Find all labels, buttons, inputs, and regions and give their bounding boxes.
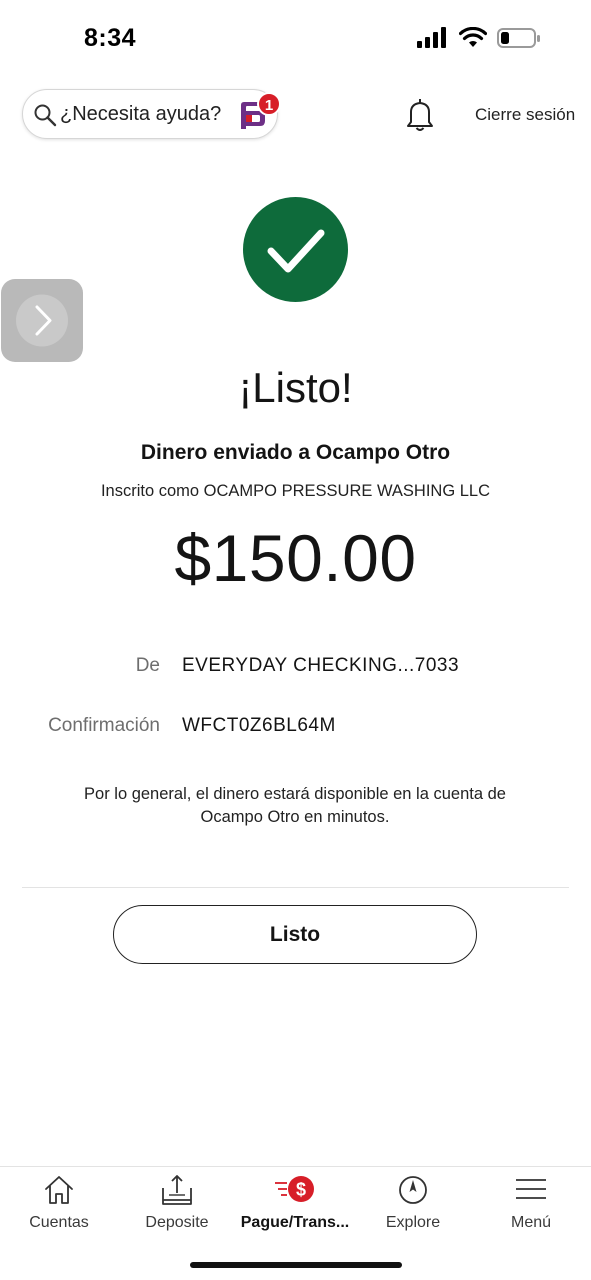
tab-cuentas[interactable]: Cuentas bbox=[0, 1167, 118, 1247]
page-title: ¡Listo! bbox=[238, 364, 353, 411]
cellular-signal-icon bbox=[417, 27, 449, 54]
amount-sent: $150.00 bbox=[174, 521, 417, 595]
tab-label-menu: Menú bbox=[510, 1214, 552, 1231]
enrolled-line: Inscrito como OCAMPO PRESSURE WASHING LL… bbox=[100, 482, 491, 500]
tab-pague-transfiera[interactable]: $ Pague/Trans... bbox=[236, 1167, 354, 1247]
side-expand-handle[interactable] bbox=[1, 279, 83, 362]
hamburger-menu-icon bbox=[472, 1173, 590, 1209]
tab-label-explore: Explore bbox=[385, 1214, 441, 1231]
status-bar: 8:34 bbox=[0, 0, 591, 80]
notification-badge: 1 bbox=[257, 92, 281, 116]
search-icon bbox=[33, 103, 57, 132]
tab-label-deposite: Deposite bbox=[145, 1214, 209, 1231]
wifi-icon bbox=[458, 26, 488, 54]
tab-explore[interactable]: Explore bbox=[354, 1167, 472, 1247]
divider bbox=[22, 887, 569, 888]
home-indicator bbox=[190, 1262, 402, 1268]
detail-label-from: De bbox=[135, 655, 160, 676]
battery-icon bbox=[497, 27, 541, 54]
signout-link[interactable]: Cierre sesión bbox=[475, 105, 575, 125]
tab-deposite[interactable]: Deposite bbox=[118, 1167, 236, 1247]
status-icons bbox=[417, 26, 541, 54]
done-button[interactable]: Listo bbox=[113, 905, 477, 964]
help-label: ¿Necesita ayuda? bbox=[60, 103, 222, 125]
availability-note: Por lo general, el dinero estará disponi… bbox=[84, 785, 506, 826]
tab-label-cuentas: Cuentas bbox=[29, 1214, 89, 1231]
svg-text:$: $ bbox=[296, 1180, 306, 1200]
tab-label-pague: Pague/Trans... bbox=[240, 1214, 350, 1231]
deposit-icon bbox=[118, 1173, 236, 1209]
bell-icon[interactable] bbox=[405, 98, 435, 137]
success-check-icon bbox=[243, 197, 348, 302]
status-time: 8:34 bbox=[84, 24, 137, 52]
help-search-pill[interactable]: ¿Necesita ayuda? 1 bbox=[22, 89, 281, 139]
detail-label-confirmation: Confirmación bbox=[48, 715, 160, 736]
tab-menu[interactable]: Menú bbox=[472, 1167, 590, 1247]
home-icon bbox=[0, 1173, 118, 1209]
recipient-line: Dinero enviado a Ocampo Otro bbox=[140, 441, 451, 464]
detail-value-confirmation: WFCT0Z6BL64M bbox=[182, 715, 336, 736]
pay-transfer-icon: $ bbox=[236, 1173, 354, 1209]
detail-value-from: EVERYDAY CHECKING...7033 bbox=[182, 655, 460, 676]
compass-icon bbox=[354, 1173, 472, 1209]
